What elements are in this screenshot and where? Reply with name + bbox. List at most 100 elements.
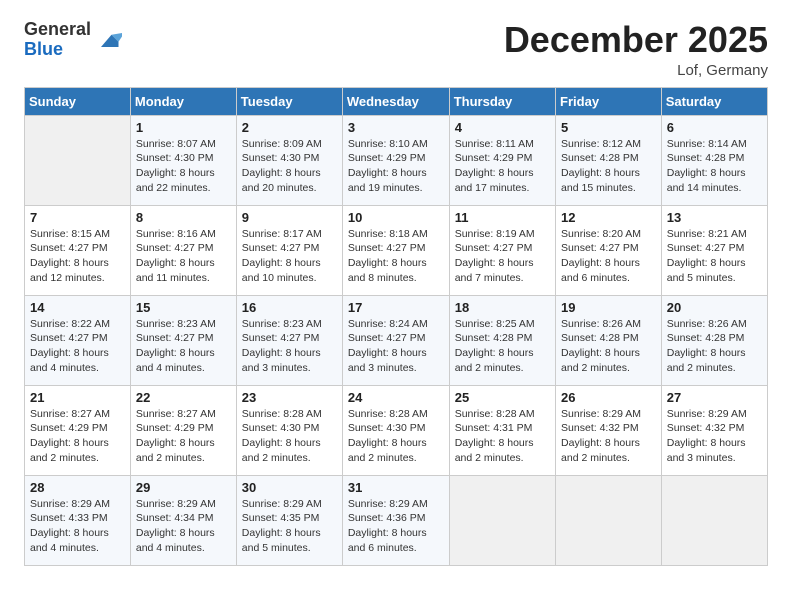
page-header: General Blue December 2025 Lof, Germany (24, 20, 768, 79)
column-header-monday: Monday (130, 87, 236, 115)
calendar-header-row: SundayMondayTuesdayWednesdayThursdayFrid… (25, 87, 768, 115)
day-number: 2 (242, 120, 337, 135)
cell-info: Sunrise: 8:22 AM Sunset: 4:27 PM Dayligh… (30, 317, 125, 376)
title-block: December 2025 Lof, Germany (504, 20, 768, 79)
month-title: December 2025 (504, 20, 768, 60)
day-number: 31 (348, 480, 444, 495)
day-number: 24 (348, 390, 444, 405)
cell-info: Sunrise: 8:29 AM Sunset: 4:33 PM Dayligh… (30, 497, 125, 556)
cell-info: Sunrise: 8:25 AM Sunset: 4:28 PM Dayligh… (455, 317, 550, 376)
calendar-week-row: 1 Sunrise: 8:07 AM Sunset: 4:30 PM Daylig… (25, 115, 768, 205)
logo: General Blue (24, 20, 122, 60)
logo-text: General Blue (24, 20, 91, 60)
cell-info: Sunrise: 8:20 AM Sunset: 4:27 PM Dayligh… (561, 227, 656, 286)
cell-info: Sunrise: 8:29 AM Sunset: 4:34 PM Dayligh… (136, 497, 231, 556)
cell-info: Sunrise: 8:27 AM Sunset: 4:29 PM Dayligh… (30, 407, 125, 466)
calendar-cell: 24 Sunrise: 8:28 AM Sunset: 4:30 PM Dayli… (342, 385, 449, 475)
calendar-cell: 5Sunrise: 8:12 AM Sunset: 4:28 PM Daylig… (556, 115, 662, 205)
cell-info: Sunrise: 8:18 AM Sunset: 4:27 PM Dayligh… (348, 227, 444, 286)
cell-info: Sunrise: 8:28 AM Sunset: 4:31 PM Dayligh… (455, 407, 550, 466)
day-number: 7 (30, 210, 125, 225)
day-number: 19 (561, 300, 656, 315)
cell-info: Sunrise: 8:29 AM Sunset: 4:36 PM Dayligh… (348, 497, 444, 556)
day-number: 14 (30, 300, 125, 315)
calendar-cell: 1 Sunrise: 8:07 AM Sunset: 4:30 PM Daylig… (130, 115, 236, 205)
day-number: 15 (136, 300, 231, 315)
calendar-cell: 27 Sunrise: 8:29 AM Sunset: 4:32 PM Dayli… (661, 385, 767, 475)
calendar-cell: 14 Sunrise: 8:22 AM Sunset: 4:27 PM Dayli… (25, 295, 131, 385)
calendar-cell: 13Sunrise: 8:21 AM Sunset: 4:27 PM Dayli… (661, 205, 767, 295)
day-number: 28 (30, 480, 125, 495)
calendar-cell (25, 115, 131, 205)
calendar-cell: 7 Sunrise: 8:15 AM Sunset: 4:27 PM Daylig… (25, 205, 131, 295)
calendar-cell (661, 475, 767, 565)
location: Lof, Germany (504, 62, 768, 79)
cell-info: Sunrise: 8:29 AM Sunset: 4:35 PM Dayligh… (242, 497, 337, 556)
column-header-wednesday: Wednesday (342, 87, 449, 115)
cell-info: Sunrise: 8:15 AM Sunset: 4:27 PM Dayligh… (30, 227, 125, 286)
column-header-thursday: Thursday (449, 87, 555, 115)
calendar-cell: 15 Sunrise: 8:23 AM Sunset: 4:27 PM Dayli… (130, 295, 236, 385)
day-number: 29 (136, 480, 231, 495)
calendar-cell (449, 475, 555, 565)
calendar-cell: 10 Sunrise: 8:18 AM Sunset: 4:27 PM Dayli… (342, 205, 449, 295)
calendar-cell: 18 Sunrise: 8:25 AM Sunset: 4:28 PM Dayli… (449, 295, 555, 385)
cell-info: Sunrise: 8:07 AM Sunset: 4:30 PM Dayligh… (136, 137, 231, 196)
calendar-week-row: 14 Sunrise: 8:22 AM Sunset: 4:27 PM Dayli… (25, 295, 768, 385)
cell-info: Sunrise: 8:28 AM Sunset: 4:30 PM Dayligh… (242, 407, 337, 466)
day-number: 20 (667, 300, 762, 315)
cell-info: Sunrise: 8:28 AM Sunset: 4:30 PM Dayligh… (348, 407, 444, 466)
cell-info: Sunrise: 8:29 AM Sunset: 4:32 PM Dayligh… (667, 407, 762, 466)
calendar-cell: 11 Sunrise: 8:19 AM Sunset: 4:27 PM Dayli… (449, 205, 555, 295)
day-number: 3 (348, 120, 444, 135)
calendar-cell: 31 Sunrise: 8:29 AM Sunset: 4:36 PM Dayli… (342, 475, 449, 565)
calendar-cell: 17 Sunrise: 8:24 AM Sunset: 4:27 PM Dayli… (342, 295, 449, 385)
calendar-week-row: 28 Sunrise: 8:29 AM Sunset: 4:33 PM Dayli… (25, 475, 768, 565)
calendar-cell: 12 Sunrise: 8:20 AM Sunset: 4:27 PM Dayli… (556, 205, 662, 295)
day-number: 4 (455, 120, 550, 135)
calendar-cell: 23Sunrise: 8:28 AM Sunset: 4:30 PM Dayli… (236, 385, 342, 475)
day-number: 13 (667, 210, 762, 225)
day-number: 12 (561, 210, 656, 225)
calendar-week-row: 7 Sunrise: 8:15 AM Sunset: 4:27 PM Daylig… (25, 205, 768, 295)
calendar-week-row: 21Sunrise: 8:27 AM Sunset: 4:29 PM Dayli… (25, 385, 768, 475)
day-number: 8 (136, 210, 231, 225)
day-number: 1 (136, 120, 231, 135)
cell-info: Sunrise: 8:09 AM Sunset: 4:30 PM Dayligh… (242, 137, 337, 196)
calendar-cell: 8Sunrise: 8:16 AM Sunset: 4:27 PM Daylig… (130, 205, 236, 295)
column-header-tuesday: Tuesday (236, 87, 342, 115)
calendar-cell: 22Sunrise: 8:27 AM Sunset: 4:29 PM Dayli… (130, 385, 236, 475)
calendar-table: SundayMondayTuesdayWednesdayThursdayFrid… (24, 87, 768, 566)
day-number: 27 (667, 390, 762, 405)
cell-info: Sunrise: 8:24 AM Sunset: 4:27 PM Dayligh… (348, 317, 444, 376)
calendar-cell: 2 Sunrise: 8:09 AM Sunset: 4:30 PM Daylig… (236, 115, 342, 205)
calendar-cell: 20 Sunrise: 8:26 AM Sunset: 4:28 PM Dayli… (661, 295, 767, 385)
cell-info: Sunrise: 8:10 AM Sunset: 4:29 PM Dayligh… (348, 137, 444, 196)
cell-info: Sunrise: 8:19 AM Sunset: 4:27 PM Dayligh… (455, 227, 550, 286)
cell-info: Sunrise: 8:26 AM Sunset: 4:28 PM Dayligh… (561, 317, 656, 376)
day-number: 30 (242, 480, 337, 495)
cell-info: Sunrise: 8:23 AM Sunset: 4:27 PM Dayligh… (136, 317, 231, 376)
calendar-cell: 30 Sunrise: 8:29 AM Sunset: 4:35 PM Dayli… (236, 475, 342, 565)
cell-info: Sunrise: 8:17 AM Sunset: 4:27 PM Dayligh… (242, 227, 337, 286)
day-number: 17 (348, 300, 444, 315)
day-number: 26 (561, 390, 656, 405)
cell-info: Sunrise: 8:11 AM Sunset: 4:29 PM Dayligh… (455, 137, 550, 196)
day-number: 18 (455, 300, 550, 315)
calendar-cell (556, 475, 662, 565)
cell-info: Sunrise: 8:26 AM Sunset: 4:28 PM Dayligh… (667, 317, 762, 376)
day-number: 25 (455, 390, 550, 405)
calendar-cell: 16 Sunrise: 8:23 AM Sunset: 4:27 PM Dayli… (236, 295, 342, 385)
calendar-cell: 6Sunrise: 8:14 AM Sunset: 4:28 PM Daylig… (661, 115, 767, 205)
day-number: 22 (136, 390, 231, 405)
cell-info: Sunrise: 8:14 AM Sunset: 4:28 PM Dayligh… (667, 137, 762, 196)
day-number: 16 (242, 300, 337, 315)
calendar-cell: 28 Sunrise: 8:29 AM Sunset: 4:33 PM Dayli… (25, 475, 131, 565)
day-number: 11 (455, 210, 550, 225)
calendar-cell: 9Sunrise: 8:17 AM Sunset: 4:27 PM Daylig… (236, 205, 342, 295)
calendar-cell: 29 Sunrise: 8:29 AM Sunset: 4:34 PM Dayli… (130, 475, 236, 565)
calendar-cell: 19 Sunrise: 8:26 AM Sunset: 4:28 PM Dayli… (556, 295, 662, 385)
day-number: 10 (348, 210, 444, 225)
calendar-cell: 26Sunrise: 8:29 AM Sunset: 4:32 PM Dayli… (556, 385, 662, 475)
cell-info: Sunrise: 8:23 AM Sunset: 4:27 PM Dayligh… (242, 317, 337, 376)
